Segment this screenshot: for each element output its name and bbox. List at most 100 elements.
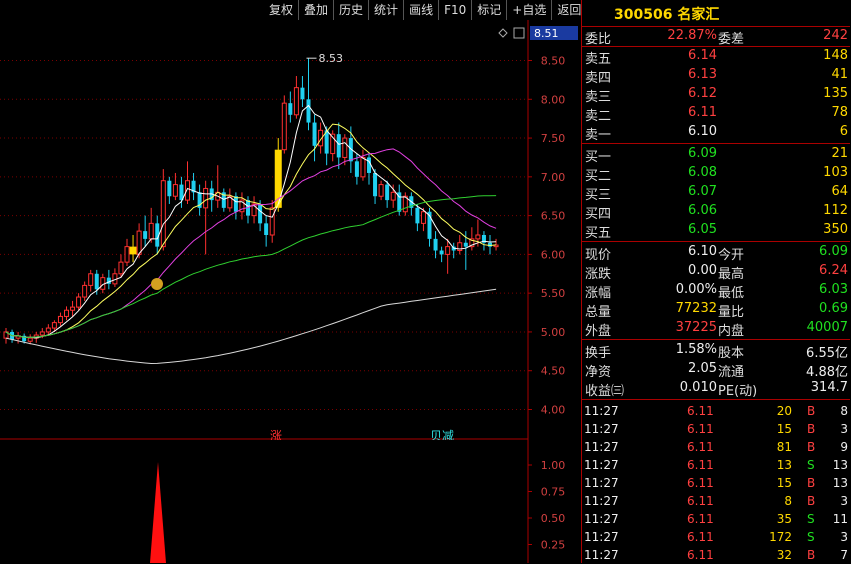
bid-volume: 21 — [831, 146, 848, 161]
fin-label: 换手 — [585, 346, 612, 361]
candle — [124, 238, 130, 267]
trade-count: 3 — [840, 530, 848, 544]
bid-label: 买三 — [585, 188, 612, 203]
fin-value: 2.05 — [688, 361, 717, 376]
candle — [118, 254, 124, 278]
price-tick-label: 5.50 — [541, 287, 566, 300]
trade-time: 11:27 — [584, 512, 619, 526]
bid-volume: 112 — [823, 203, 848, 218]
trade-volume: 15 — [776, 476, 792, 490]
weibi-label: 委比 — [585, 32, 612, 47]
candle — [88, 269, 94, 292]
signal-spike — [150, 462, 166, 563]
quote-panel: 300506 名家汇 委比 22.87% 委差 242 卖五 6.14 148 卖四 6.13 4… — [581, 0, 851, 563]
fin-row: 换手 1.58% 股本 6.55亿 — [582, 341, 850, 361]
sub-indicator-chart[interactable]: 1.00 0.75 0.50 0.25 — [0, 440, 581, 563]
ask-label: 卖二 — [585, 109, 612, 124]
candle — [160, 169, 166, 251]
ask-row: 卖四 6.13 41 — [582, 66, 850, 86]
candle — [221, 188, 226, 212]
trade-direction: S — [807, 530, 815, 544]
candle — [402, 192, 408, 216]
ask-price: 6.13 — [688, 67, 717, 82]
main-kline-chart[interactable]: 8.50 8.00 7.50 7.00 6.50 6.00 5.50 5.00 4.50 4.00… — [0, 20, 581, 440]
fin-label: 股本 — [718, 346, 745, 361]
candle — [469, 227, 475, 251]
trade-row: 11:27 6.11 35 S 11 — [582, 510, 850, 528]
stat-label: 最低 — [718, 286, 745, 301]
candle — [409, 192, 414, 216]
stat-value: 6.24 — [819, 263, 848, 278]
fin-row: 净资 2.05 流通 4.88亿 — [582, 360, 850, 380]
stat-value: 6.03 — [819, 282, 848, 297]
candle — [76, 293, 82, 311]
trade-count: 13 — [832, 476, 848, 490]
candle — [15, 331, 21, 344]
trade-price: 6.11 — [687, 422, 714, 436]
bid-price: 6.06 — [688, 203, 717, 218]
bid-price: 6.08 — [688, 165, 717, 180]
trade-time: 11:27 — [584, 548, 619, 562]
bid-label: 买四 — [585, 207, 612, 222]
bid-row: 买二 6.08 103 — [582, 164, 850, 184]
diamond-icon[interactable] — [498, 28, 508, 38]
stat-label: 量比 — [718, 305, 745, 320]
ask-row: 卖五 6.14 148 — [582, 47, 850, 67]
divider — [582, 399, 850, 400]
candle — [82, 281, 88, 301]
trade-volume: 20 — [776, 404, 792, 418]
trade-direction: S — [807, 458, 815, 472]
stat-row: 涨幅 0.00% 最低 6.03 — [582, 281, 850, 301]
ask-label: 卖一 — [585, 128, 612, 143]
high-price-label: 8.53 — [319, 52, 344, 65]
price-tick-label: 8.00 — [541, 93, 566, 106]
candle — [439, 246, 444, 263]
trade-time: 11:27 — [584, 530, 619, 544]
bid-label: 买五 — [585, 226, 612, 241]
toolbar-button-2[interactable]: 历史 — [333, 0, 368, 20]
toolbar-button-0[interactable]: 复权 — [264, 0, 298, 20]
toolbar-button-7[interactable]: +自选 — [506, 0, 551, 20]
candle — [197, 184, 202, 216]
up-marker: 涨 — [270, 428, 282, 440]
sub-tick-label: 0.25 — [541, 539, 566, 552]
trade-price: 6.11 — [687, 476, 714, 490]
fin-label: 净资 — [585, 365, 612, 380]
sub-tick-label: 1.00 — [541, 459, 566, 472]
stat-label: 今开 — [718, 248, 745, 263]
stat-value: 6.10 — [688, 244, 717, 259]
bid-row: 买四 6.06 112 — [582, 202, 850, 222]
toolbar-button-5[interactable]: F10 — [438, 0, 471, 20]
stat-label: 内盘 — [718, 324, 745, 339]
ask-volume: 6 — [839, 124, 848, 139]
ask-price: 6.10 — [688, 124, 717, 139]
candle — [445, 238, 451, 274]
trade-price: 6.11 — [687, 530, 714, 544]
candle — [281, 95, 287, 154]
candle — [264, 215, 269, 247]
ask-row: 卖三 6.12 135 — [582, 85, 850, 105]
trade-direction: B — [807, 422, 816, 436]
trade-count: 9 — [840, 440, 848, 454]
trade-volume: 13 — [776, 458, 792, 472]
price-tick-label: 6.50 — [541, 210, 566, 223]
stat-value: 6.09 — [819, 244, 848, 259]
candle — [385, 180, 390, 208]
stat-label: 外盘 — [585, 324, 612, 339]
bid-row: 买三 6.07 64 — [582, 183, 850, 203]
settings-square-icon[interactable] — [513, 27, 525, 39]
toolbar-button-6[interactable]: 标记 — [471, 0, 506, 20]
candle — [251, 196, 257, 224]
trade-volume: 15 — [776, 422, 792, 436]
fin-value: 1.58% — [675, 342, 717, 357]
candle — [148, 207, 154, 243]
divider — [582, 339, 850, 340]
sub-tick-label: 0.50 — [541, 512, 566, 525]
toolbar-button-1[interactable]: 叠加 — [298, 0, 333, 20]
candle — [457, 235, 463, 255]
toolbar-button-4[interactable]: 画线 — [403, 0, 438, 20]
bid-volume: 350 — [823, 222, 848, 237]
weibi-value: 22.87% — [667, 28, 717, 43]
toolbar-button-3[interactable]: 统计 — [368, 0, 403, 20]
bid-volume: 103 — [823, 165, 848, 180]
